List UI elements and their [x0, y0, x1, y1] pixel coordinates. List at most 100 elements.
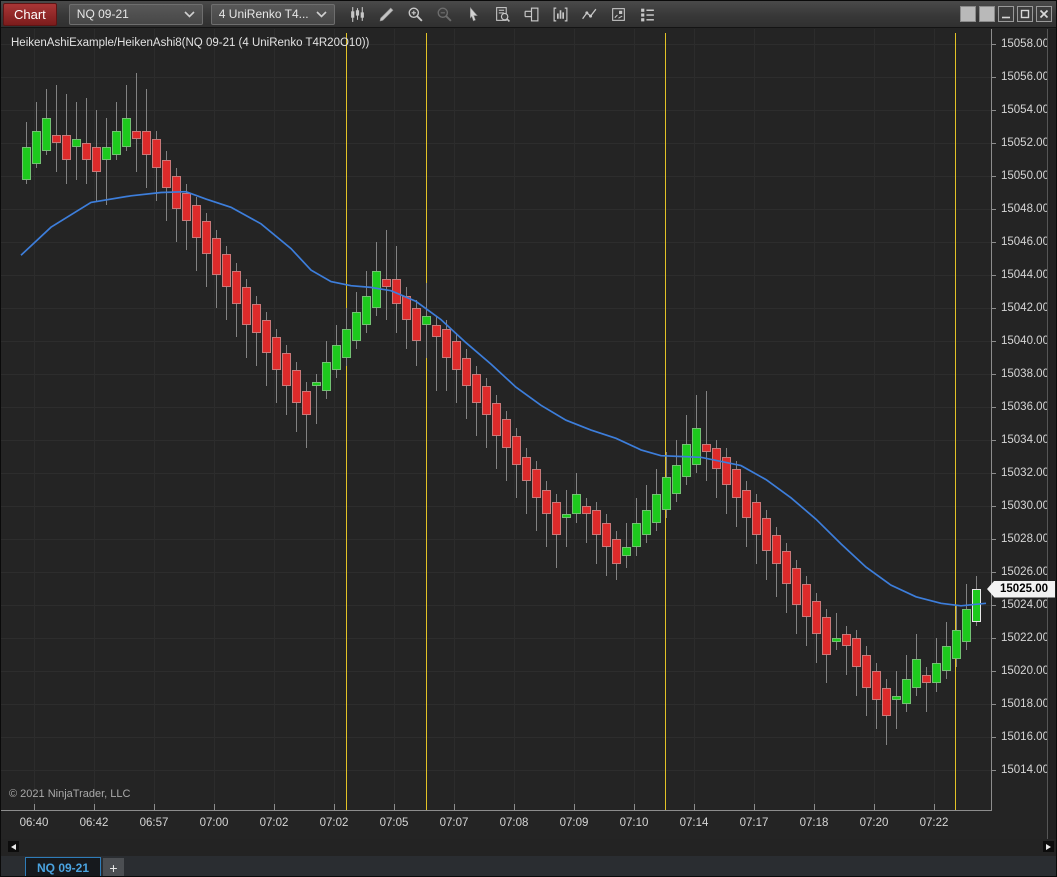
time-tick — [334, 804, 335, 810]
candle-body — [672, 464, 681, 494]
candle-body — [872, 671, 881, 700]
candle-body — [52, 134, 61, 143]
candle-body — [952, 629, 961, 659]
candle-body — [692, 427, 701, 465]
gridline-vertical — [274, 29, 275, 810]
price-tick-label: 15048.00 — [1001, 203, 1049, 215]
data-box-icon[interactable] — [494, 5, 512, 23]
candle-body — [702, 444, 711, 453]
candle-wick — [386, 229, 387, 321]
time-tick — [934, 804, 935, 810]
candle-body — [252, 303, 261, 333]
add-tab-button[interactable]: + — [103, 858, 124, 876]
time-tick-label: 07:10 — [619, 817, 649, 829]
panel-split-icon[interactable] — [523, 5, 541, 23]
candle-body — [242, 287, 251, 325]
price-tick-label: 15016.00 — [1001, 731, 1049, 743]
tab-nq-09-21[interactable]: NQ 09-21 — [25, 857, 101, 876]
link-button-2[interactable] — [979, 6, 995, 22]
time-tick-label: 06:40 — [19, 817, 49, 829]
time-tick-label: 07:09 — [559, 817, 589, 829]
candle-body — [942, 646, 951, 671]
candle-body — [972, 588, 981, 622]
time-tick-label: 07:02 — [259, 817, 289, 829]
candle-body — [272, 336, 281, 370]
candle-wick — [106, 118, 107, 205]
interval-dropdown[interactable]: 4 UniRenko T4... — [210, 3, 335, 25]
time-tick — [214, 804, 215, 810]
scroll-left-arrow-icon[interactable] — [8, 841, 19, 852]
candle-body — [32, 130, 41, 164]
candle-body — [562, 514, 571, 519]
indicators-icon[interactable] — [552, 5, 570, 23]
chart-menu-button[interactable]: Chart — [3, 2, 57, 26]
gridline-vertical — [814, 29, 815, 810]
close-button[interactable] — [1036, 6, 1052, 22]
link-button-1[interactable] — [960, 6, 976, 22]
time-tick — [574, 804, 575, 810]
zoom-out-icon[interactable] — [436, 5, 454, 23]
line-tools-icon[interactable] — [581, 5, 599, 23]
candle-body — [792, 567, 801, 605]
candle-body — [892, 695, 901, 700]
gridline-horizontal — [1, 539, 991, 540]
candle-body — [742, 489, 751, 519]
indicator-label: HeikenAshiExample/HeikenAshi8(NQ 09-21 (… — [11, 37, 370, 49]
price-tick-label: 15046.00 — [1001, 236, 1049, 248]
chart-plot-area[interactable] — [1, 29, 991, 811]
candle-body — [812, 600, 821, 634]
window-buttons — [960, 6, 1052, 22]
chart-style-icon[interactable] — [349, 5, 367, 23]
time-tick — [454, 804, 455, 810]
time-tick — [694, 804, 695, 810]
time-tick — [814, 804, 815, 810]
candle-wick — [836, 613, 837, 651]
gridline-vertical — [694, 29, 695, 810]
candle-wick — [136, 72, 137, 172]
interval-dropdown-value: 4 UniRenko T4... — [218, 7, 309, 21]
candle-body — [732, 468, 741, 498]
candle-body — [762, 518, 771, 552]
candle-body — [152, 138, 161, 168]
gridline-vertical — [634, 29, 635, 810]
session-break-line — [665, 33, 666, 810]
candle-body — [62, 134, 71, 160]
tab-bar: NQ 09-21 + — [1, 856, 1056, 876]
gridline-horizontal — [1, 308, 991, 309]
drawing-pencil-icon[interactable] — [378, 5, 396, 23]
time-tick-label: 07:02 — [319, 817, 349, 829]
candle-body — [122, 118, 131, 148]
candle-body — [852, 638, 861, 667]
time-tick-label: 07:00 — [199, 817, 229, 829]
scroll-right-arrow-icon[interactable] — [1043, 841, 1054, 852]
price-tick-label: 15042.00 — [1001, 302, 1049, 314]
maximize-button[interactable] — [1017, 6, 1033, 22]
candle-body — [202, 221, 211, 255]
minimize-button[interactable] — [998, 6, 1014, 22]
session-break-line — [426, 33, 427, 810]
gridline-vertical — [574, 29, 575, 810]
zoom-in-icon[interactable] — [407, 5, 425, 23]
candle-body — [222, 254, 231, 288]
candle-wick — [56, 85, 57, 172]
gridline-horizontal — [1, 572, 991, 573]
candle-body — [332, 345, 341, 370]
candle-body — [372, 270, 381, 308]
candle-body — [292, 369, 301, 403]
candle-body — [282, 353, 291, 387]
candle-body — [142, 130, 151, 156]
instrument-dropdown[interactable]: NQ 09-21 — [68, 3, 203, 25]
candle-body — [912, 658, 921, 688]
time-tick-label: 07:17 — [739, 817, 769, 829]
time-tick — [34, 804, 35, 810]
cursor-icon[interactable] — [465, 5, 483, 23]
candle-body — [782, 551, 791, 585]
gridline-horizontal — [1, 209, 991, 210]
price-tick-label: 15058.00 — [1001, 38, 1049, 50]
properties-list-icon[interactable] — [639, 5, 657, 23]
candle-body — [592, 510, 601, 535]
candle-body — [882, 687, 891, 717]
candle-body — [862, 654, 871, 688]
candle-body — [752, 501, 761, 535]
strategy-icon[interactable] — [610, 5, 628, 23]
